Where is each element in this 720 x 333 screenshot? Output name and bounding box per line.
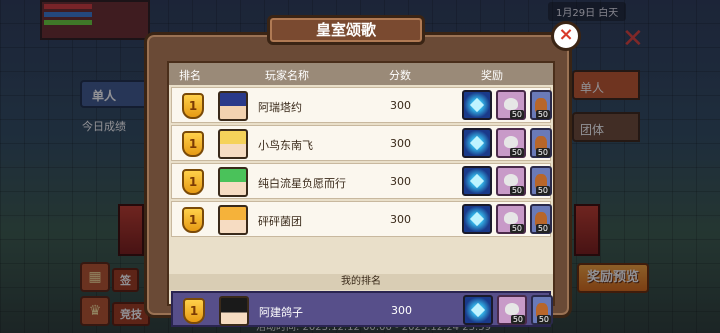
- my-rank-row[interactable]: 1 阿建鸽子 300 50 50: [171, 291, 553, 327]
- stone-icon[interactable]: 50: [496, 128, 526, 158]
- gem-chest-icon[interactable]: [462, 128, 492, 158]
- table-row[interactable]: 1 小鸟东南飞 300 50 50: [171, 125, 552, 161]
- player-name: 小鸟东南飞: [258, 139, 313, 152]
- bag-icon[interactable]: 50: [530, 166, 552, 196]
- bag-icon[interactable]: 50: [530, 128, 552, 158]
- gem-chest-icon[interactable]: [462, 204, 492, 234]
- avatar: [218, 205, 248, 235]
- rank-medal-icon: 1: [183, 298, 205, 324]
- dialog-title: 皇室颂歌: [267, 15, 425, 45]
- gem-chest-icon[interactable]: [462, 166, 492, 196]
- bag-icon[interactable]: 50: [531, 295, 553, 325]
- player-name: 阿建鸽子: [259, 306, 303, 319]
- avatar: [218, 91, 248, 121]
- player-name: 纯白流星负愿而行: [258, 177, 346, 190]
- gem-chest-icon[interactable]: [463, 295, 493, 325]
- avatar: [218, 129, 248, 159]
- column-score: 分数: [389, 69, 411, 82]
- stone-icon[interactable]: 50: [496, 166, 526, 196]
- bag-icon[interactable]: 50: [530, 90, 552, 120]
- table-row[interactable]: 1 阿瑞塔约 300 50 50: [171, 87, 552, 123]
- close-button[interactable]: ×: [551, 21, 581, 51]
- rank-medal-icon: 1: [182, 93, 204, 119]
- ranking-table: 排名 玩家名称 分数 奖励 1 阿瑞塔约 300 50 50 1 小鸟东南飞 3…: [167, 61, 555, 327]
- stone-icon[interactable]: 50: [497, 295, 527, 325]
- bag-icon[interactable]: 50: [530, 204, 552, 234]
- player-score: 300: [390, 213, 411, 226]
- my-rank-label: 我的排名: [169, 274, 553, 290]
- table-row[interactable]: 1 纯白流星负愿而行 300 50 50: [171, 163, 552, 199]
- column-player: 玩家名称: [265, 69, 309, 82]
- column-reward: 奖励: [481, 69, 503, 82]
- player-score: 300: [390, 175, 411, 188]
- table-row[interactable]: 1 砰砰菌团 300 50 50: [171, 201, 552, 237]
- avatar: [219, 296, 249, 326]
- column-rank: 排名: [179, 69, 201, 82]
- avatar: [218, 167, 248, 197]
- stone-icon[interactable]: 50: [496, 90, 526, 120]
- player-name: 砰砰菌团: [258, 215, 302, 228]
- table-header: 排名 玩家名称 分数 奖励: [169, 63, 553, 85]
- player-score: 300: [391, 304, 412, 317]
- player-score: 300: [390, 137, 411, 150]
- ranking-dialog: 皇室颂歌 × 排名 玩家名称 分数 奖励 1 阿瑞塔约 300 50 50 1 …: [144, 15, 581, 327]
- player-score: 300: [390, 99, 411, 112]
- rank-medal-icon: 1: [182, 207, 204, 233]
- player-name: 阿瑞塔约: [258, 101, 302, 114]
- rank-medal-icon: 1: [182, 131, 204, 157]
- stone-icon[interactable]: 50: [496, 204, 526, 234]
- rank-medal-icon: 1: [182, 169, 204, 195]
- gem-chest-icon[interactable]: [462, 90, 492, 120]
